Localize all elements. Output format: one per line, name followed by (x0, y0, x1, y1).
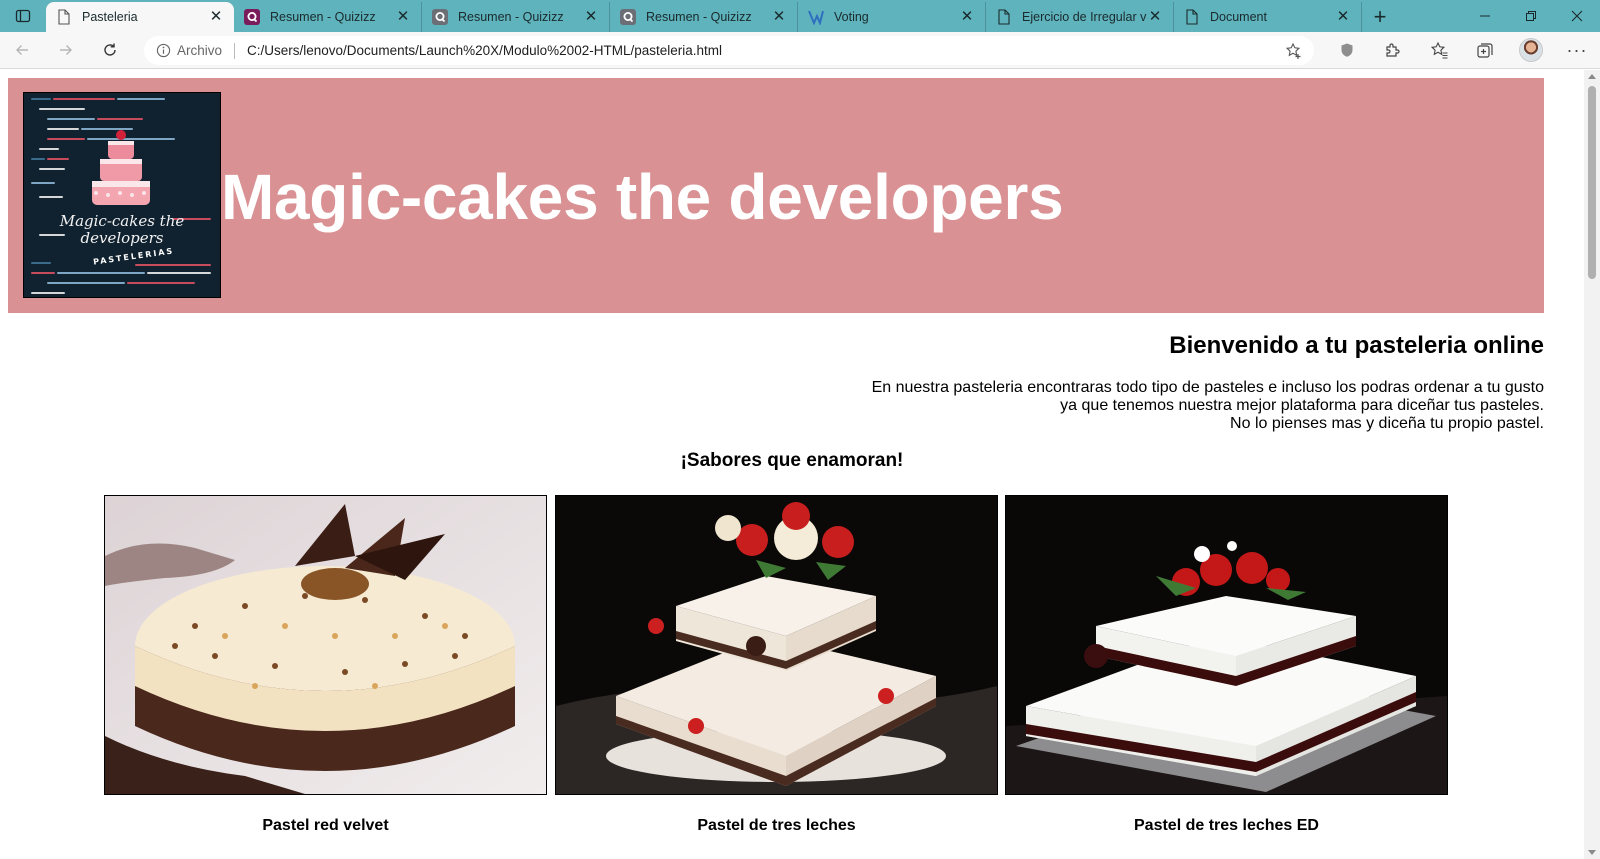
tab-title: Voting (834, 10, 869, 24)
close-tab-icon[interactable]: ✕ (1147, 9, 1163, 25)
intro-line: En nuestra pasteleria encontraras todo t… (871, 379, 1544, 396)
quizizz-icon (620, 9, 636, 25)
tab-title: Resumen - Quizizz (646, 10, 752, 24)
tab-strip: Pasteleria ✕ Resumen - Quizizz ✕ Resumen… (0, 0, 1600, 32)
cake-photo-red-velvet (105, 496, 546, 794)
new-tab-button[interactable]: + (1362, 2, 1398, 32)
collections-button[interactable] (1462, 32, 1508, 68)
intro-paragraph: En nuestra pasteleria encontraras todo t… (872, 379, 1544, 433)
intro-line: No lo pienses mas y diceña tu propio pas… (1230, 415, 1544, 432)
tagline-heading: ¡Sabores que enamoran! (680, 450, 904, 471)
close-tab-icon[interactable]: ✕ (1335, 9, 1351, 25)
shield-icon (1341, 43, 1353, 57)
close-tab-icon[interactable]: ✕ (959, 9, 975, 25)
plus-icon: + (1373, 4, 1387, 29)
collections-icon (1477, 43, 1493, 58)
forward-button[interactable] (44, 32, 88, 68)
cake-caption: Pastel red velvet (262, 817, 389, 834)
tab-title: Pasteleria (82, 10, 138, 24)
logo-image: Magic-cakes the developers PASTELERIAS (24, 93, 220, 297)
logo-text-line1: Magic-cakes the (59, 212, 185, 230)
tab-title: Document (1210, 10, 1267, 24)
cake-card-red-velvet: Pastel red velvet (104, 495, 547, 834)
puzzle-icon (1386, 43, 1400, 57)
tab-title: Resumen - Quizizz (270, 10, 376, 24)
site-title: Magic-cakes the developers (221, 161, 1064, 233)
extensions-button[interactable] (1370, 32, 1416, 68)
info-icon (156, 43, 171, 58)
intro-line: ya que tenemos nuestra mejor plataforma … (1060, 397, 1544, 414)
close-tab-icon[interactable]: ✕ (771, 9, 787, 25)
profile-button[interactable] (1508, 32, 1554, 68)
omnibox-separator (234, 42, 236, 59)
tab-document[interactable]: Document ✕ (1174, 2, 1362, 32)
site-logo: Magic-cakes the developers PASTELERIAS (23, 92, 221, 298)
tab-title: Ejercicio de Irregular ve (1022, 10, 1147, 24)
site-header: Magic-cakes the developers PASTELERIAS M… (8, 78, 1544, 313)
cake-image-frame (555, 495, 998, 795)
minimize-icon (1480, 15, 1490, 17)
restore-button[interactable] (1508, 0, 1554, 32)
address-bar[interactable]: Archivo C:/Users/lenovo/Documents/Launch… (144, 36, 1314, 65)
tab-sidebar-icon (15, 9, 31, 23)
tab-actions-button[interactable] (0, 0, 46, 32)
more-icon: ··· (1566, 39, 1588, 60)
cake-photo-tres-leches-ed (1006, 496, 1447, 794)
logo-text-line2: developers (80, 229, 163, 247)
tab-quizizz-2[interactable]: Resumen - Quizizz ✕ (422, 2, 610, 32)
reload-icon (104, 43, 116, 56)
add-favorite-button[interactable] (1284, 41, 1304, 61)
page-scrollbar[interactable] (1584, 70, 1600, 859)
address-toolbar: Archivo C:/Users/lenovo/Documents/Launch… (0, 32, 1600, 69)
minimize-button[interactable] (1462, 0, 1508, 32)
favorites-icon (1430, 41, 1448, 59)
page-icon (56, 9, 72, 25)
scroll-down-icon[interactable] (1588, 850, 1596, 855)
arrow-right-icon (60, 45, 72, 55)
window-controls (1462, 0, 1600, 32)
cake-caption: Pastel de tres leches ED (1134, 817, 1319, 834)
site-info[interactable]: Archivo (156, 43, 222, 58)
scroll-up-icon[interactable] (1588, 74, 1596, 79)
tab-voting[interactable]: Voting ✕ (798, 2, 986, 32)
page-viewport: Magic-cakes the developers PASTELERIAS M… (0, 70, 1584, 859)
close-window-button[interactable] (1554, 0, 1600, 32)
scheme-label: Archivo (177, 43, 223, 58)
cake-caption: Pastel de tres leches (697, 817, 856, 834)
cake-image-frame (104, 495, 547, 795)
cake-photo-tres-leches (556, 496, 997, 794)
tab-title: Resumen - Quizizz (458, 10, 564, 24)
scrollbar-thumb[interactable] (1588, 86, 1596, 279)
cake-card-tres-leches: Pastel de tres leches (555, 495, 998, 834)
cake-card-tres-leches-ed: Pastel de tres leches ED (1005, 495, 1448, 834)
tab-pasteleria[interactable]: Pasteleria ✕ (46, 2, 234, 32)
tracking-prevention-button[interactable] (1324, 32, 1370, 68)
restore-icon (1526, 11, 1536, 21)
tab-quizizz-1[interactable]: Resumen - Quizizz ✕ (234, 2, 422, 32)
voting-icon (808, 9, 824, 25)
toolbar-icons: ··· (1324, 32, 1600, 68)
quizizz-icon (244, 9, 260, 25)
reload-button[interactable] (88, 32, 132, 68)
star-add-icon (1285, 42, 1301, 59)
url-text[interactable]: C:/Users/lenovo/Documents/Launch%20X/Mod… (247, 43, 722, 58)
tab-ejercicio[interactable]: Ejercicio de Irregular ve ✕ (986, 2, 1174, 32)
back-button[interactable] (0, 32, 44, 68)
welcome-heading: Bienvenido a tu pasteleria online (1169, 332, 1544, 359)
page-icon (996, 9, 1012, 25)
close-tab-icon[interactable]: ✕ (395, 9, 411, 25)
favorites-button[interactable] (1416, 32, 1462, 68)
arrow-left-icon (16, 45, 28, 55)
avatar (1519, 38, 1543, 62)
tab-quizizz-3[interactable]: Resumen - Quizizz ✕ (610, 2, 798, 32)
close-icon (1571, 10, 1583, 22)
settings-menu-button[interactable]: ··· (1554, 32, 1600, 68)
close-tab-icon[interactable]: ✕ (208, 9, 224, 25)
page-icon (1184, 9, 1200, 25)
quizizz-icon (432, 9, 448, 25)
close-tab-icon[interactable]: ✕ (583, 9, 599, 25)
cake-image-frame (1005, 495, 1448, 795)
